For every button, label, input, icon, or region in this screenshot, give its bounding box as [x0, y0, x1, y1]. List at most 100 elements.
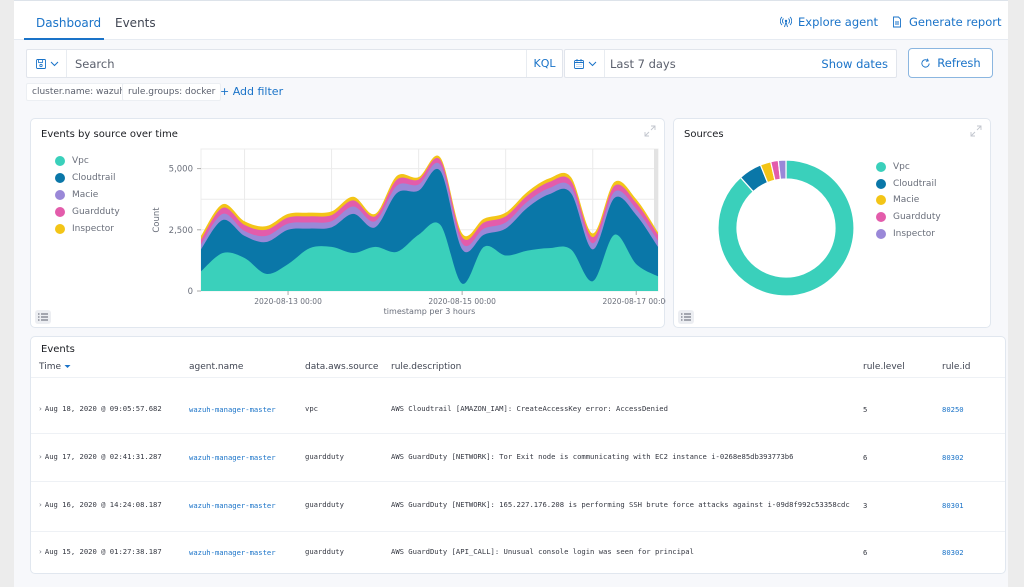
rule-level-cell: 3 [863, 501, 868, 510]
y-tick-label: 5,000 [169, 165, 193, 175]
refresh-icon [921, 58, 930, 68]
rule-id-link[interactable]: 80302 [942, 453, 964, 462]
tab-events[interactable]: Events [115, 16, 156, 30]
chevron-right-icon: › [39, 500, 42, 509]
events-table-title: Events [41, 344, 75, 355]
broadcast-icon [780, 16, 792, 28]
toggle-legend-button[interactable] [35, 310, 51, 324]
tab-dashboard[interactable]: Dashboard [36, 16, 101, 30]
rule-level-cell: 6 [863, 548, 868, 557]
show-dates-button[interactable]: Show dates [821, 57, 888, 71]
expand-row-button[interactable]: › Aug 18, 2020 @ 09:05:57.682 [39, 404, 162, 413]
column-header-rule-id[interactable]: rule.id [942, 362, 971, 372]
expand-row-button[interactable]: › Aug 17, 2020 @ 02:41:31.287 [39, 452, 162, 461]
x-tick-label: 2020-08-15 00:00 [428, 297, 496, 306]
rule-description-cell: AWS GuardDuty [API_CALL]: Unusual consol… [391, 547, 694, 556]
agent-name-link[interactable]: wazuh-manager-master [189, 405, 276, 414]
top-bar: Dashboard Events Explore agent Generate … [14, 0, 1008, 40]
donut-slice-vpc[interactable] [717, 159, 855, 297]
legend-item[interactable]: Guardduty [876, 212, 941, 223]
query-language-button[interactable]: KQL [526, 50, 562, 77]
search-input[interactable]: Search [75, 57, 115, 71]
date-range-value[interactable]: Last 7 days [610, 57, 676, 71]
legend-swatch [876, 162, 886, 172]
rule-description-cell: AWS GuardDuty [NETWORK]: Tor Exit node i… [391, 452, 794, 461]
y-tick-label: 0 [188, 287, 193, 297]
legend-swatch [876, 178, 886, 189]
table-row[interactable]: › Aug 15, 2020 @ 01:27:38.187 wazuh-manag… [31, 531, 1005, 573]
legend-swatch [876, 212, 886, 223]
agent-name-link[interactable]: wazuh-manager-master [189, 548, 276, 557]
area-chart: 0 2,500 5,000 Count 2020-08-13 00:00 2020-08-… [152, 148, 666, 316]
rule-id-link[interactable]: 80250 [942, 405, 964, 414]
rule-id-link[interactable]: 80301 [942, 501, 964, 510]
explore-agent-button[interactable]: Explore agent [780, 15, 878, 29]
sources-panel: Sources Vpc Cloudtrail Macie Guardduty Inspe… [673, 118, 991, 328]
filter-pill[interactable]: cluster.name: wazuh [26, 83, 132, 101]
search-bar: Search KQL [26, 49, 563, 78]
legend-label: Cloudtrail [893, 178, 937, 189]
legend-label: Inspector [893, 228, 935, 239]
legend-item[interactable]: Macie [876, 195, 919, 206]
refresh-button[interactable]: Refresh [908, 48, 993, 78]
aws-source-cell: vpc [305, 404, 318, 413]
time-cell: Aug 16, 2020 @ 14:24:08.187 [44, 500, 162, 509]
legend-item[interactable]: Vpc [876, 162, 910, 172]
column-header-aws-source[interactable]: data.aws.source [305, 362, 378, 372]
rule-description-cell: AWS GuardDuty [NETWORK]: 165.227.176.208… [391, 500, 850, 509]
chevron-down-icon [50, 61, 58, 66]
document-icon [893, 16, 901, 28]
explore-agent-label: Explore agent [798, 15, 879, 29]
donut-chart [717, 159, 855, 297]
generate-report-label: Generate report [909, 15, 1002, 29]
expand-row-button[interactable]: › Aug 16, 2020 @ 14:24:08.187 [39, 500, 162, 509]
y-axis-label: Count [152, 207, 162, 233]
rule-level-cell: 5 [863, 405, 868, 414]
legend-label: Guardduty [893, 212, 941, 223]
date-picker: Last 7 days Show dates [564, 49, 897, 78]
chevron-right-icon: › [39, 452, 42, 461]
calendar-icon [573, 58, 584, 69]
list-icon [38, 313, 48, 321]
chevron-right-icon: › [39, 547, 42, 556]
column-header-agent-name[interactable]: agent.name [189, 362, 243, 372]
time-cell: Aug 17, 2020 @ 02:41:31.287 [44, 452, 162, 461]
y-tick-label: 2,500 [169, 226, 193, 236]
table-row[interactable]: › Aug 16, 2020 @ 14:24:08.187 wazuh-manag… [31, 481, 1005, 531]
x-tick-label: 2020-08-13 00:00 [254, 297, 322, 306]
x-tick-label: 2020-08-17 00:00 [602, 297, 666, 306]
list-icon [681, 313, 691, 321]
column-header-time[interactable]: Time [39, 362, 71, 372]
add-filter-button[interactable]: + Add filter [220, 85, 283, 98]
quick-select-button[interactable] [565, 50, 605, 77]
chevron-down-icon [588, 61, 596, 66]
toggle-legend-button[interactable] [678, 310, 694, 324]
legend-swatch [876, 195, 886, 206]
saved-query-menu-button[interactable] [27, 50, 67, 77]
events-over-time-panel: Events by source over time Vpc Cloudtrail… [30, 118, 666, 328]
page: Dashboard Events Explore agent Generate … [14, 0, 1008, 587]
table-row[interactable]: › Aug 17, 2020 @ 02:41:31.287 wazuh-manag… [31, 433, 1005, 481]
legend-swatch [876, 228, 886, 239]
column-header-label: Time [39, 362, 62, 372]
agent-name-link[interactable]: wazuh-manager-master [189, 453, 276, 462]
rule-id-link[interactable]: 80302 [942, 548, 964, 557]
agent-name-link[interactable]: wazuh-manager-master [189, 501, 276, 510]
rule-level-cell: 6 [863, 453, 868, 462]
column-header-rule-level[interactable]: rule.level [863, 362, 905, 372]
legend-item[interactable]: Cloudtrail [876, 178, 937, 189]
column-header-rule-description[interactable]: rule.description [391, 362, 461, 372]
x-axis-label: timestamp per 3 hours [384, 307, 476, 316]
filter-pill[interactable]: rule.groups: docker [122, 83, 222, 101]
generate-report-button[interactable]: Generate report [891, 15, 1002, 29]
events-table-panel: Events Time agent.name data.aws.source r… [30, 336, 1006, 574]
legend-item[interactable]: Inspector [876, 228, 935, 239]
save-icon [35, 58, 46, 69]
legend-label: Vpc [893, 162, 910, 172]
table-row[interactable]: › Aug 18, 2020 @ 09:05:57.682 wazuh-manag… [31, 377, 1005, 433]
time-cell: Aug 15, 2020 @ 01:27:38.187 [44, 547, 162, 556]
aws-source-cell: guardduty [305, 500, 344, 509]
chevron-right-icon: › [39, 404, 42, 413]
active-tab-indicator [24, 38, 104, 40]
expand-row-button[interactable]: › Aug 15, 2020 @ 01:27:38.187 [39, 547, 162, 556]
